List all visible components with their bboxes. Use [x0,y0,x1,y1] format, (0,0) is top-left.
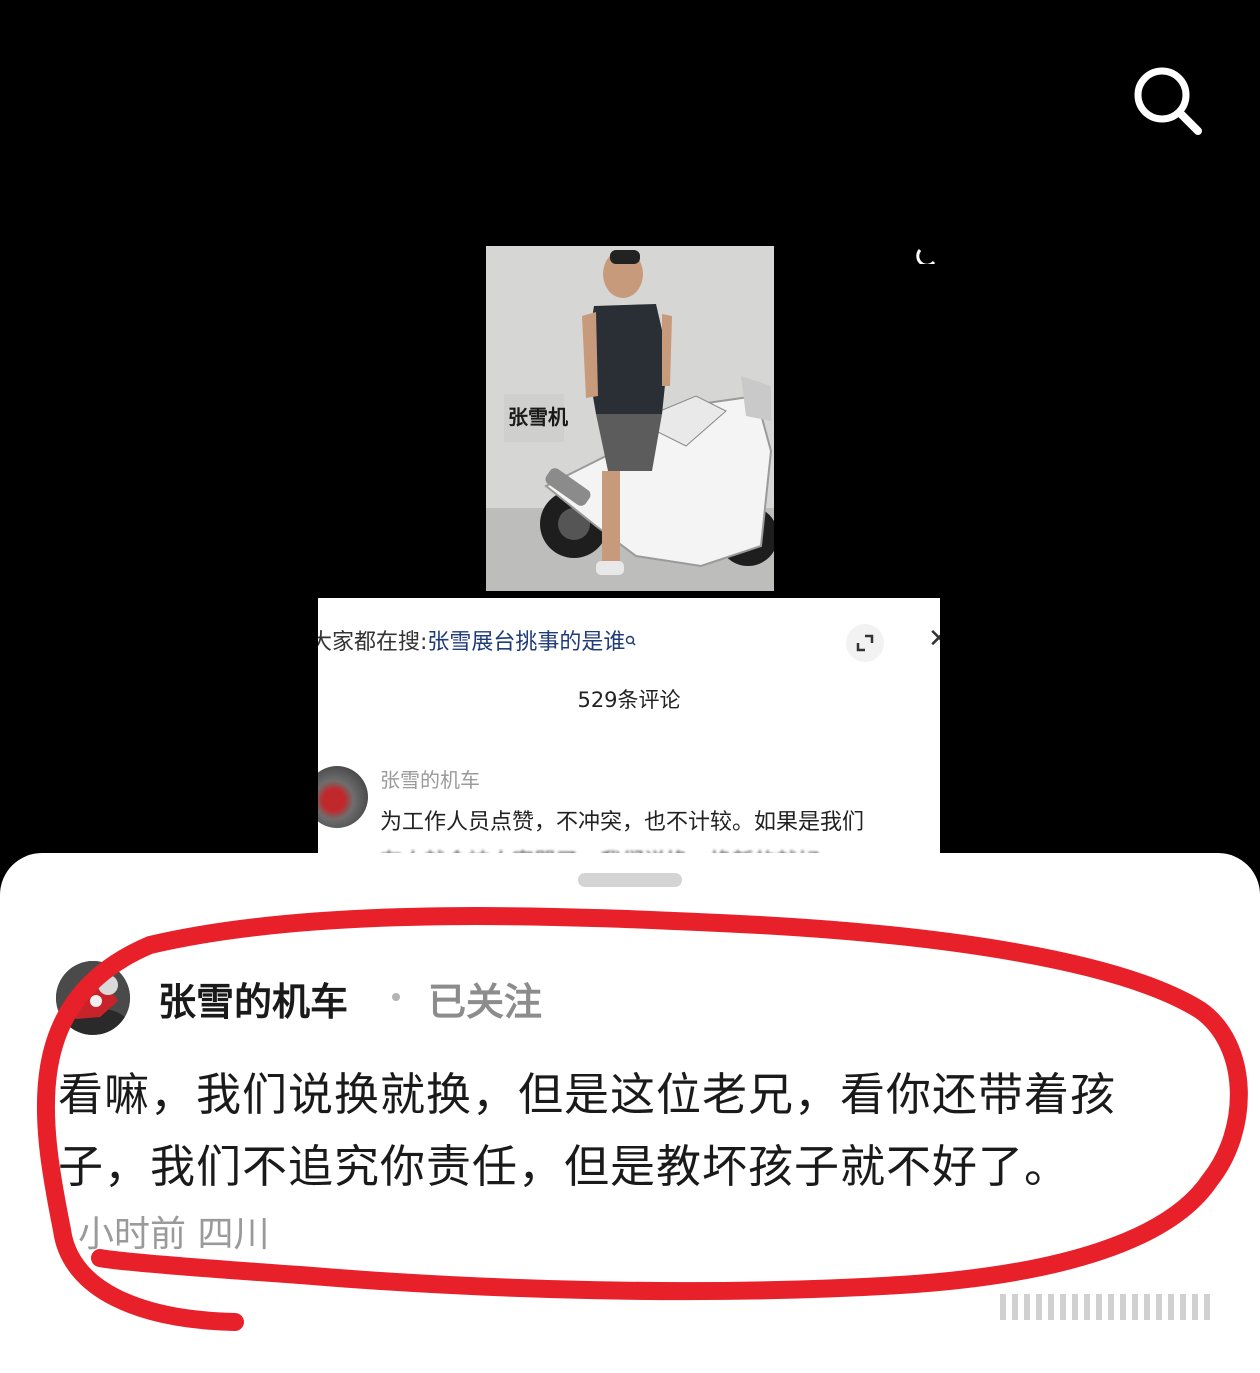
photo-sign: 张雪机 [508,405,568,429]
separator-dot [392,993,400,1001]
search-icon [626,635,636,646]
inner-search-keyword[interactable]: 张雪展台挑事的是谁 [427,630,625,655]
search-button[interactable] [1128,62,1208,142]
drag-handle[interactable] [578,873,682,887]
close-icon[interactable]: ✕ [928,624,940,654]
inner-comment-text: 为工作人员点赞，不冲突，也不计较。如果是我们 [380,810,865,835]
embedded-screenshot: 张雪机 大家都在搜:张雪展台挑事的是谁 ✕ 529条评论 张雪的机车 为工作人员… [318,246,940,866]
follow-status[interactable]: 已关注 [428,971,542,1026]
inner-comment-count: 529条评论 [577,688,681,712]
inner-comment-panel: 大家都在搜:张雪展台挑事的是谁 ✕ 529条评论 张雪的机车 为工作人员点赞，不… [318,598,940,866]
event-photo: 张雪机 [486,246,774,591]
search-icon [1134,67,1202,135]
inner-expand-button[interactable] [846,624,884,662]
expand-icon [856,634,874,652]
inner-avatar [318,766,368,828]
comment-username[interactable]: 张雪的机车 [158,971,348,1026]
inner-search-prefix: 大家都在搜: [318,630,428,655]
inner-search-suggestion[interactable]: 大家都在搜:张雪展台挑事的是谁 [318,624,637,656]
inner-comment-username[interactable]: 张雪的机车 [380,764,480,793]
comment-time-location: 小时前 四川 [78,1214,270,1255]
avatar[interactable] [56,961,130,1035]
loading-icon [916,249,936,264]
comment-text: 看嘛，我们说换就换，但是这位老兄，看你还带着孩子，我们不追究你责任，但是教坏孩子… [58,1068,1117,1193]
watermark-logo [1000,1294,1210,1320]
